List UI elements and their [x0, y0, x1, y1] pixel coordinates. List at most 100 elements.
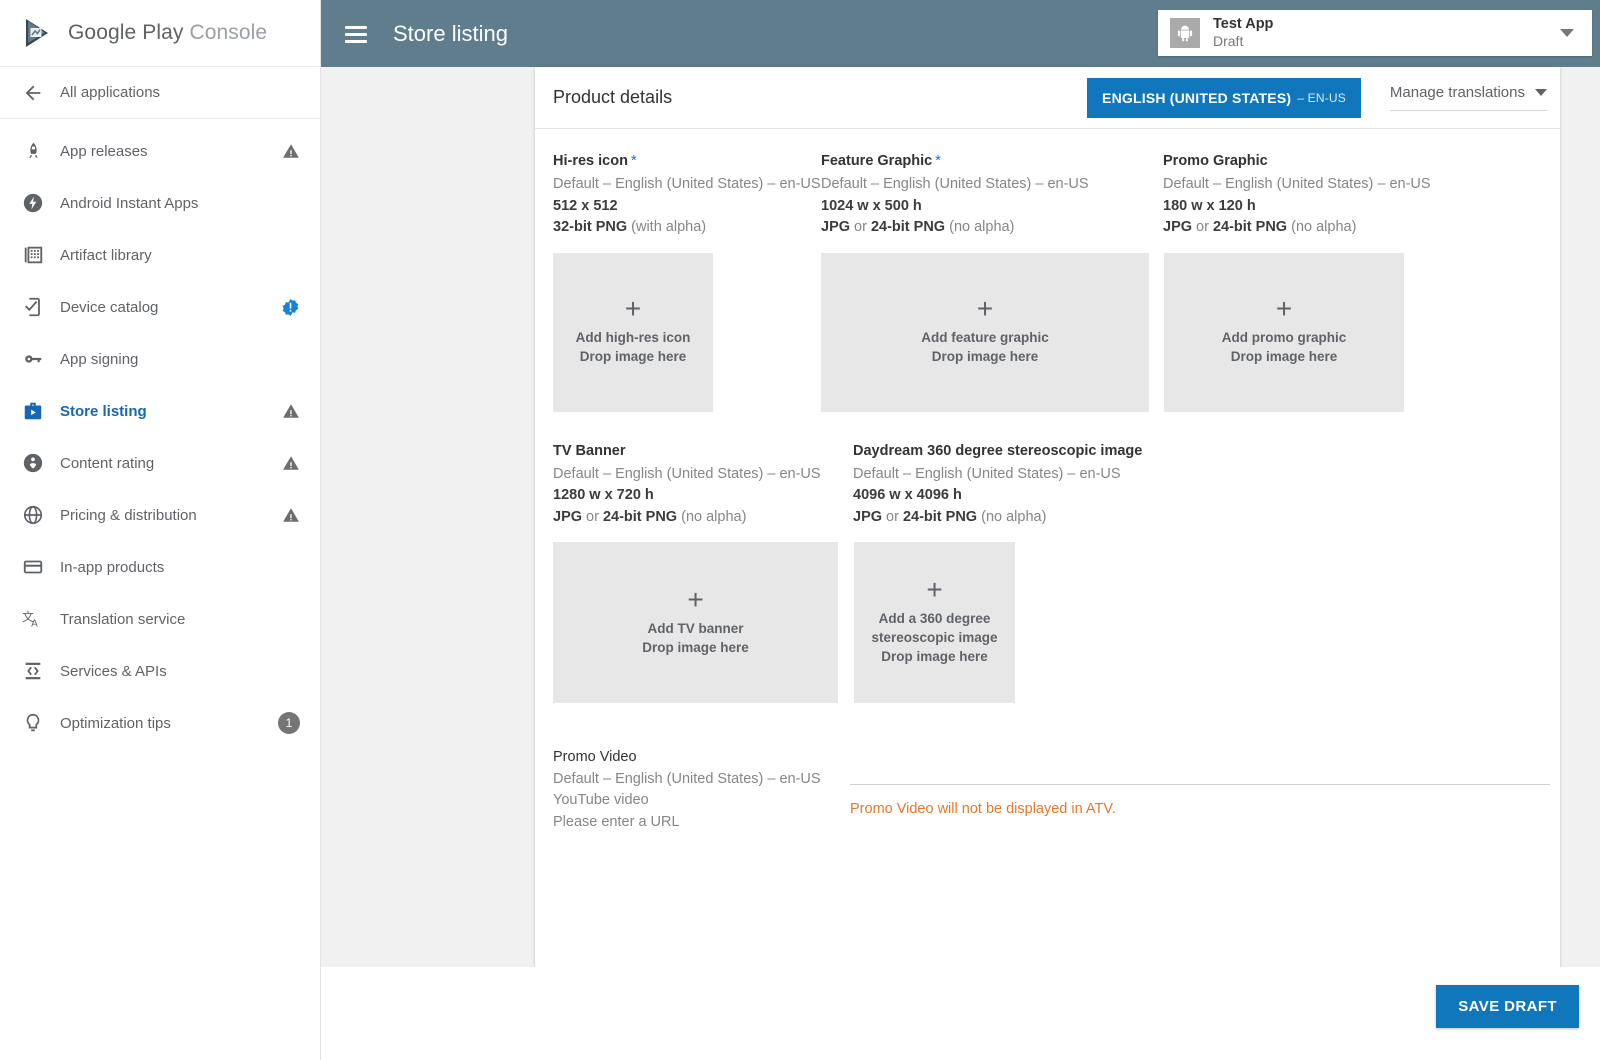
- asset-title: Promo Graphic: [1163, 153, 1463, 169]
- asset-format-note: (with alpha): [627, 219, 706, 235]
- asset-format: JPG or 24-bit PNG (no alpha): [821, 217, 1163, 239]
- asset-format-value: JPG: [553, 509, 582, 525]
- asset-dimensions-value: 512 x 512: [553, 198, 618, 214]
- google-play-console-page: Google Play Console All applications App…: [0, 0, 1600, 1060]
- top-app-bar: Store listing Test App Draft: [321, 0, 1600, 67]
- asset-daydream-360-info: Daydream 360 degree stereoscopic image D…: [853, 443, 1253, 529]
- brand-name-bold: Google Play: [68, 21, 184, 44]
- sidebar-item-content-rating[interactable]: Content rating: [0, 437, 320, 489]
- app-selector[interactable]: Test App Draft: [1158, 10, 1592, 56]
- promo-video-warning: Promo Video will not be displayed in ATV…: [850, 801, 1116, 817]
- arrow-left-icon: [18, 82, 48, 104]
- asset-dimensions-value: 1280 w x 720 h: [553, 487, 654, 503]
- work-area: Product details ENGLISH (UNITED STATES) …: [321, 67, 1600, 967]
- asset-locale: Default – English (United States) – en-U…: [553, 769, 843, 791]
- hamburger-menu-icon[interactable]: [345, 26, 367, 42]
- dropzone-tv-banner[interactable]: + Add TV banner Drop image here: [553, 542, 838, 703]
- dropzone-hi-res-icon[interactable]: + Add high-res icon Drop image here: [553, 253, 713, 412]
- sidebar-item-optimization-tips[interactable]: Optimization tips 1: [0, 697, 320, 749]
- sidebar-item-label: App releases: [60, 143, 282, 160]
- sidebar-item-android-instant-apps[interactable]: Android Instant Apps: [0, 177, 320, 229]
- brand-header[interactable]: Google Play Console: [0, 0, 320, 67]
- asset-format-note: (no alpha): [677, 509, 746, 525]
- manage-translations-dropdown[interactable]: Manage translations: [1390, 84, 1547, 111]
- asset-title: Feature Graphic*: [821, 153, 1163, 169]
- promo-video-url-input[interactable]: [850, 784, 1550, 785]
- asset-locale: Default – English (United States) – en-U…: [1163, 174, 1463, 196]
- asset-dimensions: 1024 w x 500 h: [821, 196, 1163, 218]
- dropzone-label-line-1: Add a 360 degree: [879, 609, 991, 628]
- asset-format-sep: or: [882, 509, 903, 525]
- app-status: Draft: [1213, 33, 1560, 50]
- asset-title: Hi-res icon*: [553, 153, 821, 169]
- asset-format-value: JPG: [1163, 219, 1192, 235]
- sidebar-item-artifact-library[interactable]: Artifact library: [0, 229, 320, 281]
- sidebar-item-device-catalog[interactable]: Device catalog: [0, 281, 320, 333]
- bolt-icon: [18, 192, 48, 214]
- asset-dimensions: 1280 w x 720 h: [553, 485, 853, 507]
- sidebar-item-app-releases[interactable]: App releases: [0, 125, 320, 177]
- dropzone-label-line-2: stereoscopic image: [871, 628, 997, 647]
- asset-format: 32-bit PNG (with alpha): [553, 217, 821, 239]
- asset-locale: Default – English (United States) – en-U…: [553, 464, 853, 486]
- dropzone-label-line-2: Drop image here: [642, 638, 749, 657]
- required-asterisk: *: [631, 153, 637, 169]
- asset-title-text: Hi-res icon: [553, 153, 628, 169]
- sidebar-item-label: App signing: [60, 351, 300, 368]
- save-draft-button[interactable]: SAVE DRAFT: [1436, 985, 1579, 1028]
- language-tab-english-us[interactable]: ENGLISH (UNITED STATES) – EN-US: [1087, 78, 1361, 118]
- promo-video-title: Promo Video: [553, 747, 843, 769]
- asset-dimensions: 180 w x 120 h: [1163, 196, 1463, 218]
- plus-icon: +: [687, 589, 703, 611]
- asset-tv-banner-info: TV Banner Default – English (United Stat…: [553, 443, 853, 529]
- library-icon: [18, 244, 48, 266]
- dropzone-daydream-360[interactable]: + Add a 360 degree stereoscopic image Dr…: [854, 542, 1015, 703]
- asset-format-value-2: 24-bit PNG: [903, 509, 977, 525]
- sidebar-item-app-signing[interactable]: App signing: [0, 333, 320, 385]
- sidebar-item-translation-service[interactable]: 文 A Translation service: [0, 593, 320, 645]
- dropzone-promo-graphic[interactable]: + Add promo graphic Drop image here: [1164, 253, 1404, 412]
- asset-title-text: Promo Graphic: [1163, 153, 1268, 169]
- product-details-card: Product details ENGLISH (UNITED STATES) …: [535, 67, 1560, 967]
- android-robot-icon: [1170, 18, 1200, 48]
- sidebar-item-services-apis[interactable]: Services & APIs: [0, 645, 320, 697]
- app-selector-meta: Test App Draft: [1213, 16, 1560, 50]
- sidebar-item-store-listing[interactable]: Store listing: [0, 385, 320, 437]
- sidebar-item-in-app-products[interactable]: In-app products: [0, 541, 320, 593]
- footer-action-bar: SAVE DRAFT: [321, 967, 1600, 1060]
- globe-icon: [18, 504, 48, 526]
- brand-title: Google Play Console: [68, 21, 267, 45]
- sidebar-item-pricing-distribution[interactable]: Pricing & distribution: [0, 489, 320, 541]
- asset-format-note: (no alpha): [977, 509, 1046, 525]
- card-icon: [18, 556, 48, 578]
- dropzone-label-line-2: Drop image here: [1231, 347, 1338, 366]
- dropzone-feature-graphic[interactable]: + Add feature graphic Drop image here: [821, 253, 1149, 412]
- asset-format-value: JPG: [821, 219, 850, 235]
- asset-title-text: TV Banner: [553, 443, 626, 459]
- asset-format-value-2: 24-bit PNG: [1213, 219, 1287, 235]
- warning-icon: [282, 454, 300, 472]
- asset-format-value-2: 24-bit PNG: [871, 219, 945, 235]
- plus-icon: +: [926, 579, 942, 601]
- asset-title-text: Feature Graphic: [821, 153, 932, 169]
- asset-locale: Default – English (United States) – en-U…: [821, 174, 1163, 196]
- lightbulb-icon: [18, 712, 48, 734]
- plus-icon: +: [1276, 298, 1292, 320]
- sidebar-item-label: Translation service: [60, 611, 300, 628]
- promo-video-type: YouTube video: [553, 790, 843, 812]
- warning-icon: [282, 402, 300, 420]
- asset-dimensions-value: 1024 w x 500 h: [821, 198, 922, 214]
- section-title: Product details: [553, 87, 672, 108]
- asset-locale: Default – English (United States) – en-U…: [553, 174, 821, 196]
- card-header: Product details ENGLISH (UNITED STATES) …: [535, 67, 1560, 129]
- sidebar-item-all-applications[interactable]: All applications: [0, 67, 320, 119]
- sidebar-item-label: Android Instant Apps: [60, 195, 300, 212]
- sidebar-item-label: Optimization tips: [60, 715, 278, 732]
- asset-dimensions: 4096 w x 4096 h: [853, 485, 1253, 507]
- promo-video-hint: Please enter a URL: [553, 812, 843, 834]
- chevron-down-icon[interactable]: [1560, 29, 1574, 37]
- asset-dimensions-value: 180 w x 120 h: [1163, 198, 1256, 214]
- rocket-icon: [18, 141, 48, 162]
- sidebar-item-label: Artifact library: [60, 247, 300, 264]
- asset-format-value: 32-bit PNG: [553, 219, 627, 235]
